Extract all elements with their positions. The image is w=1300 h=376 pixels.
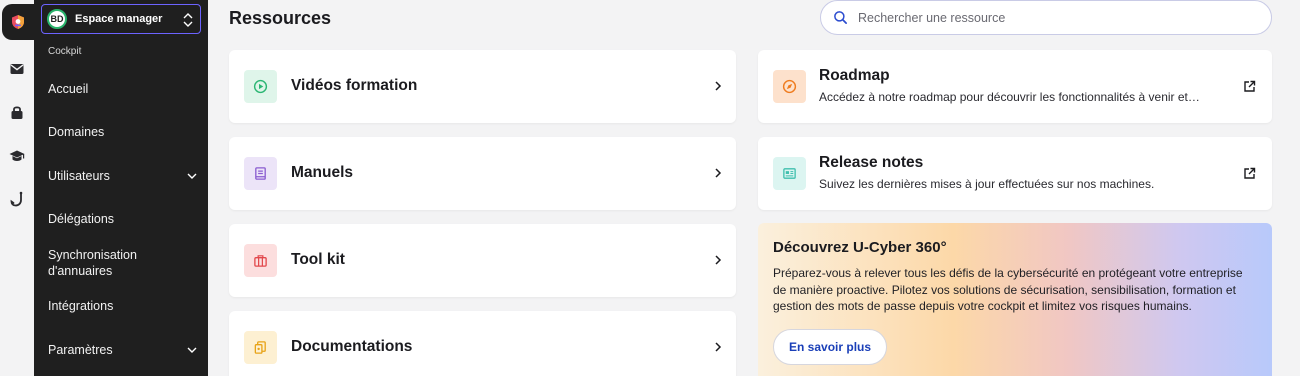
chevron-right-icon	[715, 168, 722, 178]
chevron-down-icon	[187, 347, 197, 353]
card-manuels[interactable]: Manuels	[229, 137, 736, 210]
graduation-cap-icon	[9, 150, 25, 161]
mail-icon	[10, 64, 24, 74]
sidebar-item-utilisateurs[interactable]: Utilisateurs	[48, 168, 198, 184]
card-documentations[interactable]: Documentations	[229, 311, 736, 376]
rail-item-lock[interactable]	[0, 95, 34, 129]
card-title: Release notes	[819, 154, 924, 171]
card-title: Roadmap	[819, 67, 890, 84]
chevron-right-icon	[715, 81, 722, 91]
card-roadmap[interactable]: Roadmap Accédez à notre roadmap pour déc…	[758, 50, 1272, 123]
chevron-right-icon	[715, 342, 722, 352]
sidebar-item-integrations[interactable]: Intégrations	[48, 298, 198, 314]
sidebar-item-label: Utilisateurs	[48, 169, 110, 183]
newspaper-icon	[783, 168, 796, 179]
sidebar-item-delegations[interactable]: Délégations	[48, 211, 198, 227]
sidebar-item-label: Délégations	[48, 212, 115, 226]
lock-icon	[11, 106, 23, 119]
card-tool-kit[interactable]: Tool kit	[229, 224, 736, 297]
sidebar-item-accueil[interactable]: Accueil	[48, 81, 198, 97]
card-icon-container	[244, 244, 277, 277]
search-input[interactable]	[858, 10, 1238, 25]
chevron-down-icon	[187, 173, 197, 179]
sidebar-item-label: Synchronisation d'annuaires	[48, 248, 137, 278]
section-label-cockpit: Cockpit	[48, 46, 82, 57]
card-subtitle: Suivez les dernières mises à jour effect…	[819, 177, 1155, 191]
promo-body: Préparez-vous à relever tous les défis d…	[773, 266, 1243, 313]
card-subtitle: Accédez à notre roadmap pour découvrir l…	[819, 90, 1200, 104]
promo-title: Découvrez U-Cyber 360°	[773, 239, 947, 256]
external-link-icon	[1244, 80, 1256, 92]
sidebar-item-parametres[interactable]: Paramètres	[48, 342, 198, 358]
sidebar-item-label: Intégrations	[48, 299, 114, 313]
toolbox-icon	[254, 255, 267, 267]
workspace-label: Espace manager	[75, 13, 163, 25]
rail-item-cockpit[interactable]	[2, 4, 34, 40]
rail-item-phishing[interactable]	[0, 182, 34, 216]
chevron-right-icon	[715, 255, 722, 265]
rail-item-mail[interactable]	[0, 52, 34, 86]
card-title: Vidéos formation	[291, 77, 418, 94]
hook-icon	[10, 191, 23, 207]
card-title: Tool kit	[291, 251, 345, 268]
learn-more-button[interactable]: En savoir plus	[773, 329, 888, 365]
card-videos-formation[interactable]: Vidéos formation	[229, 50, 736, 123]
sidebar-item-label: Accueil	[48, 82, 89, 96]
card-icon-container	[244, 70, 277, 103]
card-icon-container	[244, 331, 277, 364]
shield-logo-icon	[12, 15, 24, 29]
card-icon-container	[773, 70, 806, 103]
icon-rail	[0, 0, 34, 376]
sidebar-item-domaines[interactable]: Domaines	[48, 124, 198, 140]
promo-banner: Découvrez U-Cyber 360° Préparez-vous à r…	[758, 223, 1272, 376]
chevron-up-down-icon	[183, 13, 193, 27]
card-title: Documentations	[291, 338, 413, 355]
compass-icon	[782, 79, 797, 94]
book-icon	[255, 167, 266, 180]
avatar: BD	[47, 9, 67, 29]
card-icon-container	[773, 157, 806, 190]
documents-icon	[254, 341, 266, 354]
search-icon	[834, 11, 847, 24]
rail-item-training[interactable]	[0, 139, 34, 173]
card-release-notes[interactable]: Release notes Suivez les dernières mises…	[758, 137, 1272, 210]
sidebar-item-label: Domaines	[48, 125, 105, 139]
card-icon-container	[244, 157, 277, 190]
play-circle-icon	[253, 79, 268, 94]
sidebar-item-label: Paramètres	[48, 343, 113, 357]
sidebar-item-synchronisation[interactable]: Synchronisation d'annuaires	[48, 247, 158, 279]
workspace-switcher[interactable]: BD Espace manager	[41, 4, 201, 34]
external-link-icon	[1244, 167, 1256, 179]
sidebar: BD Espace manager Cockpit Accueil Domain…	[34, 0, 208, 376]
page-title: Ressources	[229, 8, 332, 28]
search-bar	[820, 0, 1272, 35]
card-title: Manuels	[291, 164, 354, 181]
